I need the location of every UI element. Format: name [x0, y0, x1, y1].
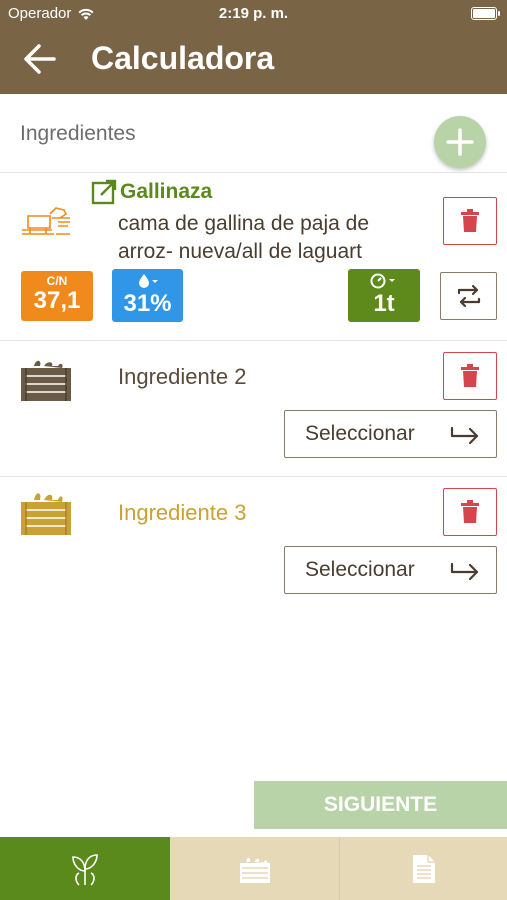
external-link-icon — [91, 179, 117, 205]
select-label: Seleccionar — [305, 422, 415, 445]
cn-label: C/N — [46, 274, 68, 288]
plant-leaves-icon — [72, 853, 98, 886]
trash-icon — [461, 364, 479, 387]
weight-badge[interactable]: 1t — [348, 269, 420, 322]
ingredient-name: Ingrediente 3 — [118, 500, 247, 525]
next-button[interactable]: SIGUIENTE — [254, 781, 507, 829]
cn-ratio-badge[interactable]: C/N 37,1 — [21, 271, 93, 321]
add-ingredient-button[interactable] — [434, 116, 486, 168]
ingredient-name: Gallinaza — [120, 180, 213, 203]
arrow-right-icon — [450, 562, 479, 580]
bottom-tab-bar — [0, 837, 507, 900]
select-ingredient-button[interactable]: Seleccionar — [284, 546, 497, 594]
plus-icon — [446, 128, 474, 156]
trash-icon — [461, 500, 479, 523]
swap-ingredient-button[interactable] — [440, 272, 497, 320]
app-header: Operador 2:19 p. m. Calculadora — [0, 0, 507, 94]
back-button[interactable] — [22, 42, 58, 76]
ingredient-card-2: Ingrediente 2 Seleccionar — [0, 340, 507, 476]
swap-icon — [457, 284, 481, 308]
water-drop-icon — [139, 274, 158, 288]
chicken-manure-icon — [22, 207, 70, 235]
select-label: Seleccionar — [305, 558, 415, 581]
humidity-badge[interactable]: 31% — [112, 269, 183, 322]
arrow-left-icon — [24, 44, 56, 74]
delete-ingredient-button[interactable] — [443, 352, 497, 400]
cn-value: 37,1 — [33, 287, 81, 314]
delete-ingredient-button[interactable] — [443, 488, 497, 536]
tab-report[interactable] — [339, 837, 507, 900]
status-time: 2:19 p. m. — [218, 5, 289, 22]
scale-icon — [370, 273, 395, 289]
tab-ingredients[interactable] — [0, 837, 170, 900]
ingredient-link[interactable]: Gallinaza — [90, 178, 212, 206]
document-icon — [412, 854, 435, 883]
status-bar: Operador 2:19 p. m. — [0, 0, 507, 28]
arrow-right-icon — [450, 426, 479, 444]
crate-icon — [21, 493, 71, 535]
delete-ingredient-button[interactable] — [443, 197, 497, 245]
ingredient-name: Ingrediente 2 — [118, 364, 247, 389]
battery-icon — [471, 7, 500, 20]
weight-value: 1t — [373, 290, 395, 317]
humidity-value: 31% — [123, 290, 172, 317]
trash-icon — [461, 209, 479, 232]
page-title: Calculadora — [91, 40, 275, 76]
crate-icon — [21, 360, 71, 401]
section-title: Ingredientes — [20, 122, 136, 145]
compost-crate-icon — [239, 857, 270, 883]
ingredient-card-3: Ingrediente 3 Seleccionar — [0, 476, 507, 612]
ingredient-description: cama de gallina de paja de arroz- nueva/… — [118, 212, 370, 263]
select-ingredient-button[interactable]: Seleccionar — [284, 410, 497, 458]
tab-compost[interactable] — [170, 837, 339, 900]
ingredient-card-1: Gallinaza cama de gallina de paja de arr… — [0, 172, 507, 340]
